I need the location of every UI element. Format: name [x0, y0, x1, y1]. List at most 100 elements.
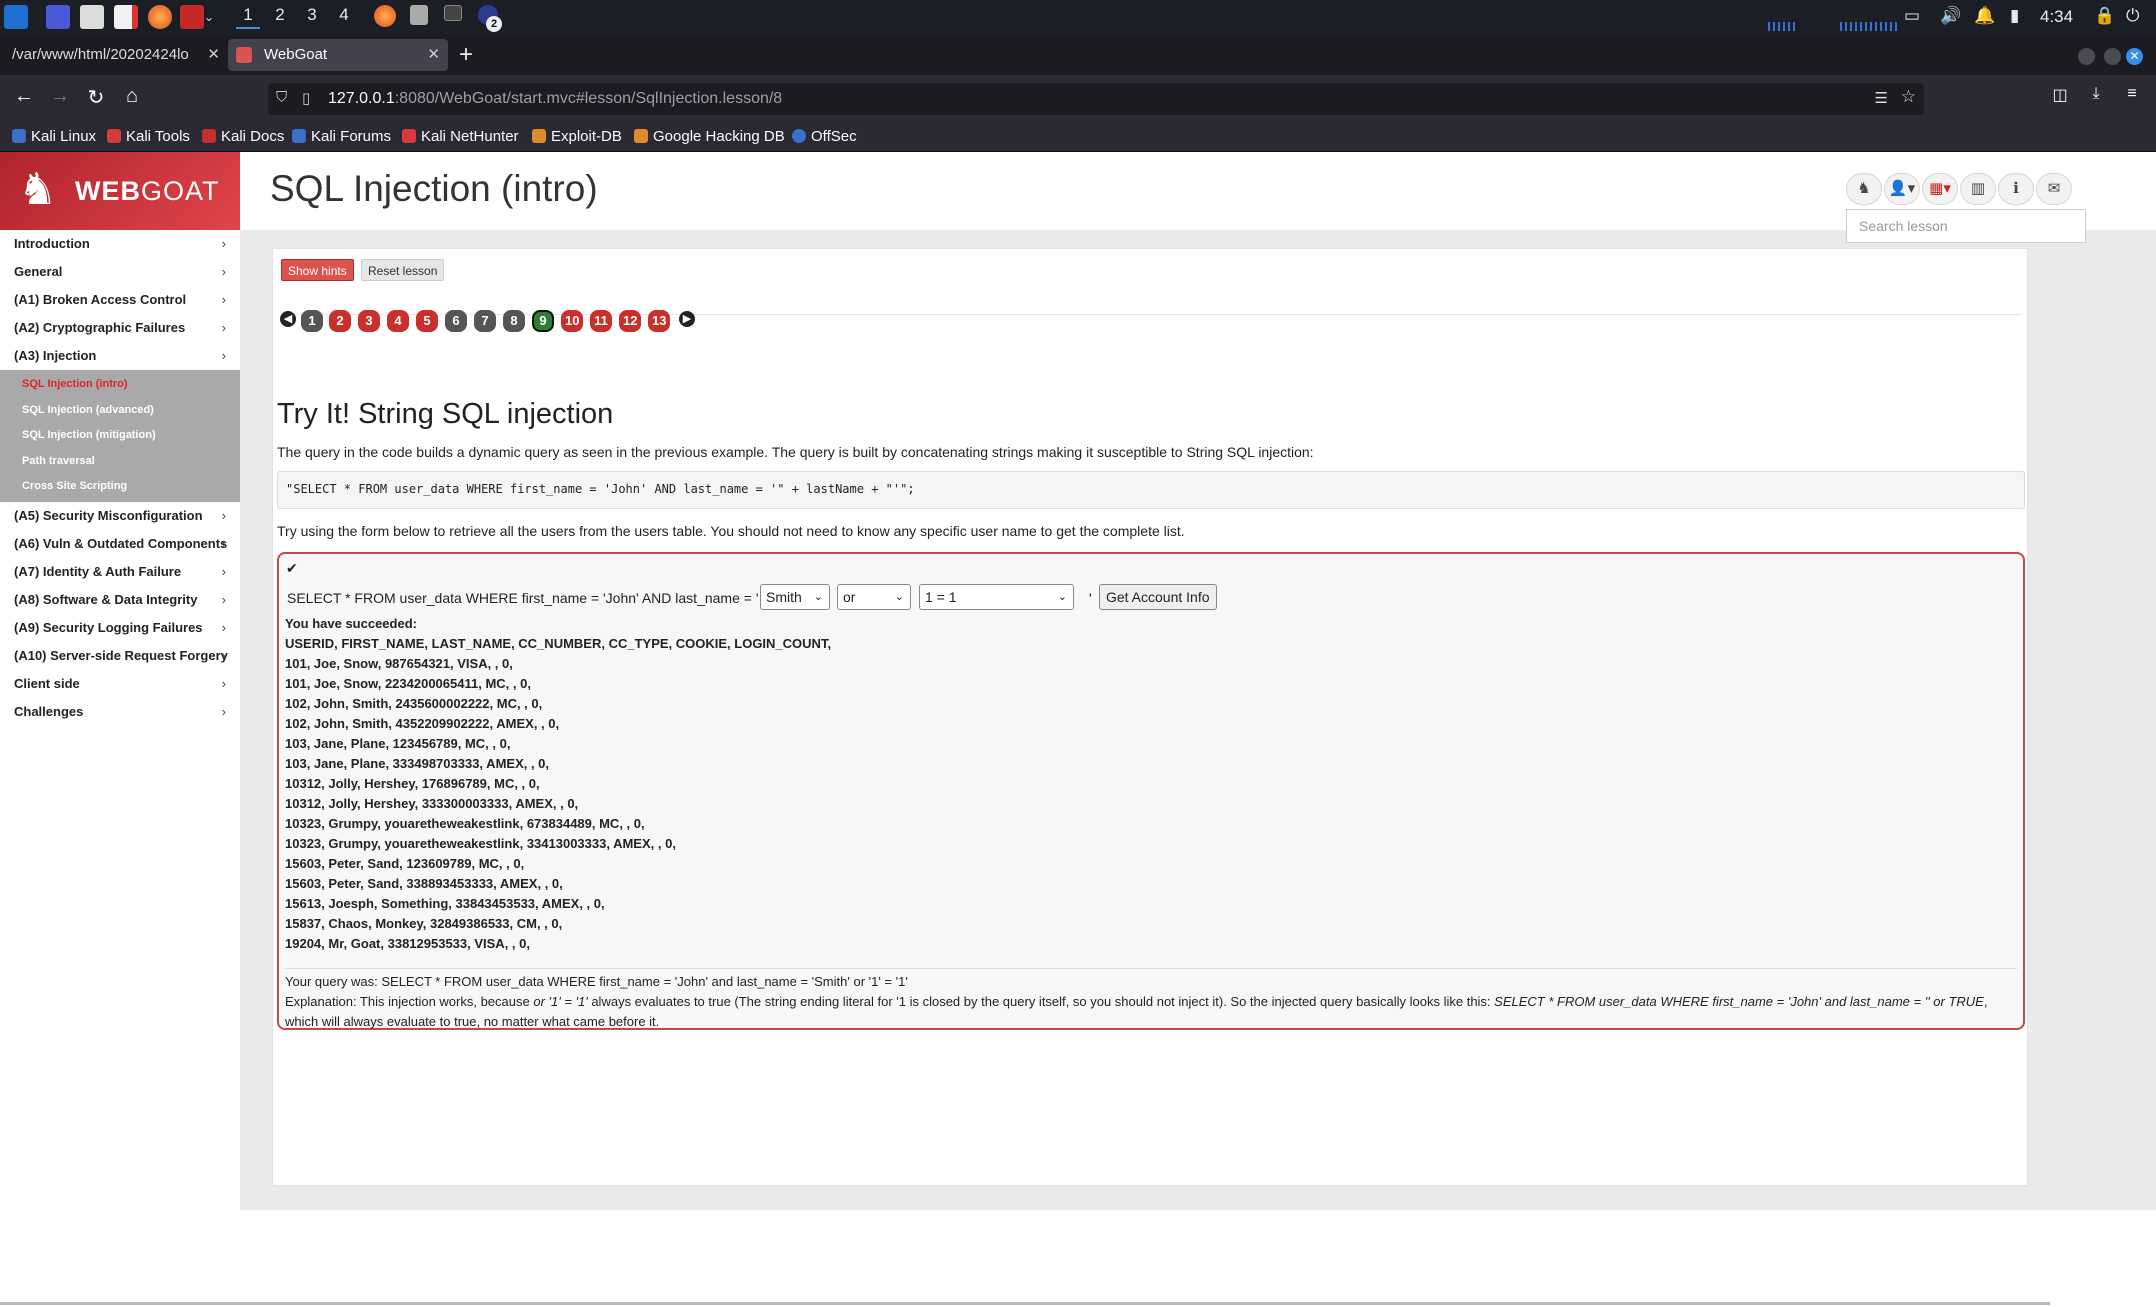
menu-category-a7[interactable]: (A7) Identity & Auth Failure › — [0, 557, 240, 586]
page-link-11[interactable]: 11 — [590, 310, 612, 332]
close-icon[interactable]: ✕ — [207, 39, 220, 71]
get-account-info-button[interactable]: Get Account Info — [1099, 584, 1217, 610]
page-link-12[interactable]: 12 — [619, 310, 642, 332]
menu-category-a9[interactable]: (A9) Security Logging Failures › — [0, 613, 240, 642]
display-icon[interactable]: ▭ — [1904, 6, 1920, 26]
menu-category-general[interactable]: General › — [0, 258, 240, 286]
menu-category-a1[interactable]: (A1) Broken Access Control › — [0, 286, 240, 314]
page-link-5[interactable]: 5 — [416, 310, 438, 332]
last-name-select[interactable]: Smith ⌄ — [760, 584, 830, 610]
workspace-3[interactable]: 3 — [300, 5, 324, 25]
sidebar-item-sql-injection-mitigation[interactable]: SQL Injection (mitigation) — [0, 423, 240, 449]
home-button[interactable]: ⌂ — [118, 85, 146, 108]
condition-select[interactable]: 1 = 1 ⌄ — [919, 584, 1074, 610]
page-link-7[interactable]: 7 — [474, 310, 496, 332]
menu-category-a3[interactable]: (A3) Injection › — [0, 342, 240, 370]
show-hints-button[interactable]: Show hints — [281, 259, 354, 281]
page-link-6[interactable]: 6 — [445, 310, 467, 332]
page-link-9[interactable]: 9 — [532, 310, 554, 332]
url-bar[interactable]: ⛉ ▯ 127.0.0.1:8080/WebGoat/start.mvc#les… — [268, 83, 1924, 115]
lock-icon[interactable]: 🔒 — [2094, 6, 2115, 26]
menu-category-a8[interactable]: (A8) Software & Data Integrity › — [0, 585, 240, 614]
goat-home-icon[interactable]: ♞ — [1846, 173, 1882, 205]
connection-icon[interactable]: ▯ — [302, 89, 310, 107]
menu-icon[interactable]: ≡ — [2118, 85, 2146, 103]
text-editor-icon[interactable] — [114, 5, 138, 29]
notification-icon[interactable]: 🔔 — [1974, 6, 1995, 26]
webgoat-favicon-icon — [236, 47, 252, 63]
editor-window-icon[interactable] — [410, 5, 428, 25]
battery-icon[interactable]: ▮ — [2010, 6, 2019, 26]
category-label: Introduction — [14, 236, 90, 251]
menu-category-a6[interactable]: (A6) Vuln & Outdated Components › — [0, 529, 240, 558]
chevron-down-icon: ⌄ — [1057, 591, 1067, 603]
sidebar-item-sql-injection-intro[interactable]: SQL Injection (intro) — [0, 372, 240, 398]
close-window-button[interactable]: ✕ — [2126, 48, 2143, 65]
mail-icon[interactable]: ✉ — [2036, 173, 2072, 205]
menu-category-client-side[interactable]: Client side › — [0, 669, 240, 698]
back-button[interactable]: ← — [10, 85, 38, 108]
file-manager-icon[interactable] — [80, 5, 104, 29]
menu-category-a5[interactable]: (A5) Security Misconfiguration › — [0, 501, 240, 530]
tab-webgoat[interactable]: WebGoat ✕ — [228, 39, 448, 71]
reset-lesson-button[interactable]: Reset lesson — [361, 259, 445, 281]
user-menu-icon[interactable]: 👤▾ — [1884, 173, 1920, 205]
bookmark-kali-docs[interactable]: Kali Docs — [202, 128, 284, 145]
page-link-1[interactable]: 1 — [301, 310, 323, 332]
bookmark-star-icon[interactable]: ☆ — [1901, 87, 1916, 107]
bookmark-google-hacking-db[interactable]: Google Hacking DB — [634, 128, 785, 145]
menu-category-a2[interactable]: (A2) Cryptographic Failures › — [0, 314, 240, 342]
menu-category-challenges[interactable]: Challenges › — [0, 697, 240, 726]
minimize-button[interactable] — [2078, 48, 2095, 65]
firefox-window-icon[interactable] — [374, 5, 396, 27]
bookmark-offsec[interactable]: OffSec — [792, 128, 857, 145]
webgoat-logo[interactable]: ♞ WEBGOAT — [0, 152, 240, 230]
operator-select[interactable]: or ⌄ — [837, 584, 911, 610]
workspace-2[interactable]: 2 — [268, 5, 292, 25]
pocket-icon[interactable]: ◫ — [2046, 85, 2074, 105]
reload-button[interactable]: ↻ — [82, 85, 110, 110]
sidebar-item-path-traversal[interactable]: Path traversal — [0, 449, 240, 475]
workspace-1[interactable]: 1 — [236, 5, 260, 29]
sidebar-item-sql-injection-advanced[interactable]: SQL Injection (advanced) — [0, 398, 240, 424]
download-icon[interactable]: ⤓ — [2082, 85, 2110, 103]
bookmark-kali-nethunter[interactable]: Kali NetHunter — [402, 128, 519, 145]
new-tab-button[interactable]: + — [459, 41, 473, 69]
next-page-icon[interactable]: ▶ — [679, 311, 695, 327]
page-link-2[interactable]: 2 — [329, 310, 351, 332]
clock[interactable]: 4:34 — [2040, 7, 2073, 27]
horizontal-scrollbar[interactable] — [0, 1302, 2050, 1305]
menu-category-a10[interactable]: (A10) Server-side Request Forgery › — [0, 641, 240, 670]
firefox-icon[interactable] — [148, 5, 172, 29]
reader-view-icon[interactable]: ☰ — [1875, 89, 1888, 107]
bookmark-exploit-db[interactable]: Exploit-DB — [532, 128, 622, 145]
menu-category-introduction[interactable]: Introduction › — [0, 230, 240, 258]
page-link-13[interactable]: 13 — [648, 310, 671, 332]
bookmark-kali-tools[interactable]: Kali Tools — [107, 128, 190, 145]
tab-terminal[interactable]: /var/www/html/20202424lo ✕ — [2, 39, 228, 71]
volume-icon[interactable]: 🔊 — [1940, 6, 1961, 26]
info-icon[interactable]: ℹ — [1998, 173, 2034, 205]
show-desktop-icon[interactable] — [46, 5, 70, 29]
page-link-10[interactable]: 10 — [561, 310, 584, 332]
workspace-4[interactable]: 4 — [332, 5, 356, 25]
page-link-4[interactable]: 4 — [387, 310, 409, 332]
terminal-icon[interactable] — [180, 5, 204, 29]
bookmark-kali-linux[interactable]: Kali Linux — [12, 128, 96, 145]
search-lesson-input[interactable]: Search lesson — [1846, 209, 2086, 243]
chevron-down-icon[interactable]: ⌄ — [204, 5, 218, 29]
shield-icon[interactable]: ⛉ — [276, 89, 287, 106]
sidebar-item-xss[interactable]: Cross Site Scripting — [0, 474, 240, 500]
language-flag-icon[interactable]: ▦▾ — [1922, 173, 1958, 205]
page-link-8[interactable]: 8 — [503, 310, 525, 332]
terminal-window-icon[interactable] — [444, 5, 462, 21]
previous-page-icon[interactable]: ◀ — [280, 311, 296, 327]
page-link-3[interactable]: 3 — [358, 310, 380, 332]
close-icon[interactable]: ✕ — [427, 39, 440, 71]
report-card-icon[interactable]: ▥ — [1960, 173, 1996, 205]
forward-button[interactable]: → — [46, 85, 74, 108]
maximize-button[interactable] — [2104, 48, 2121, 65]
kali-menu-icon[interactable] — [4, 5, 28, 29]
power-icon[interactable]: ⏻ — [2126, 6, 2139, 26]
bookmark-kali-forums[interactable]: Kali Forums — [292, 128, 391, 145]
